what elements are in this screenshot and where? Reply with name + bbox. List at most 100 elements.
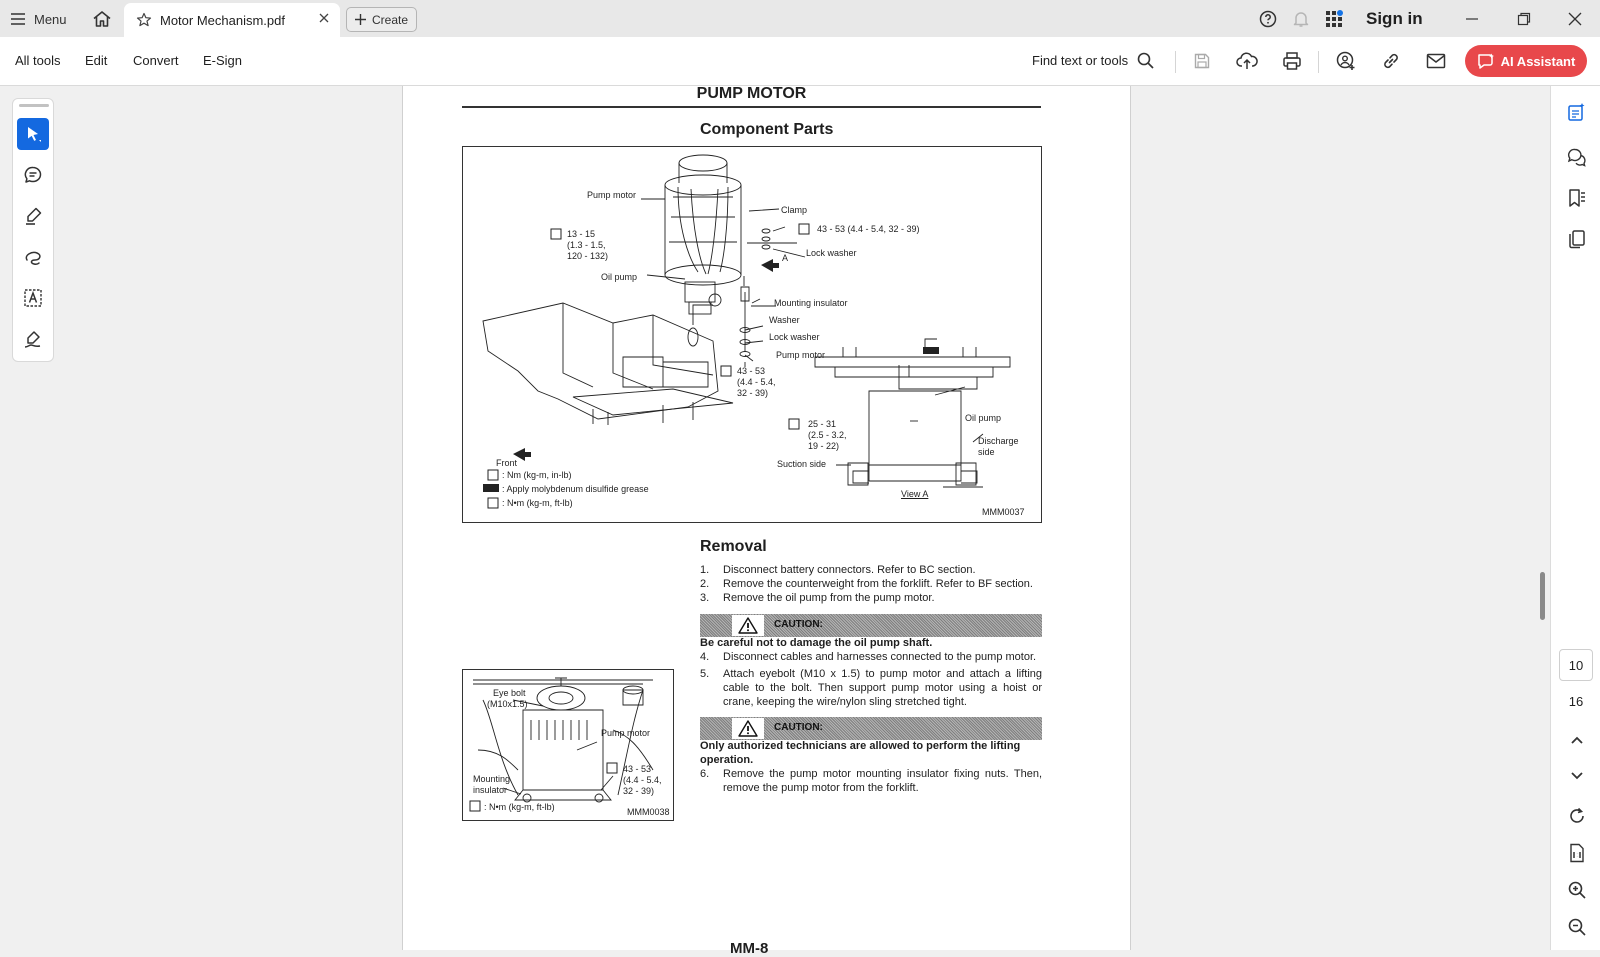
- share-person-icon[interactable]: [1335, 50, 1357, 72]
- title-bar: Menu Motor Mechanism.pdf Create Sign in: [0, 0, 1600, 37]
- step-number: 4.: [700, 651, 710, 663]
- actual-size-icon[interactable]: [1566, 842, 1588, 864]
- zoom-in-icon[interactable]: [1566, 879, 1588, 901]
- link-icon[interactable]: [1380, 50, 1402, 72]
- ai-assistant-icon: [1477, 53, 1494, 69]
- step-number: 6.: [700, 768, 710, 780]
- menu-edit[interactable]: Edit: [85, 53, 107, 68]
- menu-all-tools[interactable]: All tools: [15, 53, 61, 68]
- label-torque-left-3: 120 - 132): [567, 251, 609, 261]
- add-comment-tool-button[interactable]: [17, 159, 49, 191]
- menu-convert[interactable]: Convert: [133, 53, 179, 68]
- cursor-arrow-icon: [28, 127, 41, 142]
- highlight-tool-button[interactable]: [17, 200, 49, 232]
- scrollbar-thumb[interactable]: [1540, 572, 1545, 620]
- warning-triangle-icon: [732, 718, 764, 739]
- vertical-scrollbar[interactable]: [1538, 86, 1548, 950]
- component-parts-diagram: Pump motor Clamp 43 - 53 (4.4 - 5.4, 32 …: [462, 146, 1042, 523]
- panel-grip[interactable]: [19, 104, 49, 107]
- edit-document-icon[interactable]: [1566, 101, 1588, 123]
- caution-label: CAUTION:: [774, 722, 823, 733]
- warning-triangle-icon: [732, 615, 764, 636]
- next-page-chevron-down-icon[interactable]: [1566, 765, 1588, 787]
- removal-step: 2. Remove the counterweight from the fork…: [700, 577, 1042, 591]
- toolbar-divider: [1175, 51, 1176, 73]
- minimize-icon[interactable]: [1462, 9, 1482, 29]
- label-mounting-insulator: Mounting insulator: [774, 298, 848, 308]
- legend-grease: : Apply molybdenum disulfide grease: [502, 484, 649, 494]
- label-pump-motor: Pump motor: [587, 190, 637, 200]
- text-box-icon: [24, 289, 42, 307]
- label-discharge-1: Discharge: [978, 436, 1019, 446]
- star-icon[interactable]: [136, 12, 152, 28]
- restore-icon[interactable]: [1514, 9, 1534, 29]
- sign-in-link[interactable]: Sign in: [1366, 9, 1423, 29]
- label-washer: Washer: [769, 315, 800, 325]
- search-icon: [1137, 52, 1154, 69]
- draw-tool-button[interactable]: [17, 241, 49, 273]
- menu-button[interactable]: Menu: [10, 8, 67, 30]
- bookmarks-icon[interactable]: [1566, 187, 1588, 209]
- highlighter-icon: [26, 207, 42, 225]
- label-front: Front: [496, 458, 518, 468]
- previous-page-chevron-up-icon[interactable]: [1566, 729, 1588, 751]
- right-side-rail: 10 16: [1550, 86, 1600, 950]
- page-thumbnails-icon[interactable]: [1566, 228, 1588, 250]
- text-select-tool-button[interactable]: [17, 282, 49, 314]
- select-tool-button[interactable]: [17, 118, 49, 150]
- label-mounting-2: insulator: [473, 785, 508, 795]
- caution-text: Only authorized technicians are allowed …: [700, 740, 1021, 766]
- label-torque-b-1: 25 - 31: [808, 419, 837, 429]
- removal-step: 5. Attach eyebolt (M10 x 1.5) to pump mot…: [700, 667, 1042, 709]
- create-button[interactable]: Create: [346, 7, 417, 32]
- label-eye-bolt-1: Eye bolt: [493, 688, 526, 698]
- save-icon[interactable]: [1191, 50, 1213, 72]
- create-label: Create: [371, 12, 409, 27]
- email-icon[interactable]: [1425, 50, 1447, 72]
- step-number: 5.: [700, 668, 710, 680]
- tab-motor-mechanism[interactable]: Motor Mechanism.pdf: [124, 3, 340, 37]
- close-tab-icon[interactable]: [318, 12, 330, 24]
- hamburger-icon: [10, 12, 26, 26]
- zoom-out-icon[interactable]: [1566, 916, 1588, 938]
- label-lock-washer: Lock washer: [806, 248, 857, 258]
- pump-motor-exploded-drawing: [482, 154, 1011, 509]
- current-page-input[interactable]: 10: [1559, 649, 1593, 681]
- help-icon[interactable]: [1258, 9, 1278, 29]
- label-torque-mid-1: 43 - 53: [737, 366, 766, 376]
- notification-bell-icon[interactable]: [1291, 9, 1311, 29]
- cloud-upload-icon[interactable]: [1236, 50, 1258, 72]
- figure-id-2: MMM0038: [627, 807, 670, 817]
- legend-nm-in-lb: : Nm (kg-m, in-lb): [502, 470, 572, 480]
- label-lock-washer-2: Lock washer: [769, 332, 820, 342]
- rotate-icon[interactable]: [1566, 805, 1588, 827]
- comments-icon[interactable]: [1566, 146, 1588, 168]
- home-icon: [93, 11, 111, 27]
- step-text: Remove the pump motor mounting insulator…: [723, 768, 1042, 794]
- print-icon[interactable]: [1281, 50, 1303, 72]
- removal-step: 3. Remove the oil pump from the pump moto…: [700, 591, 1042, 605]
- legend-nm-ft-lb: : N•m (kg-m, ft-lb): [484, 802, 555, 812]
- label-torque-1: 43 - 53: [623, 764, 652, 774]
- ai-assistant-button[interactable]: AI Assistant: [1465, 45, 1587, 77]
- step-text: Remove the counterweight from the forkli…: [723, 578, 1033, 590]
- home-button[interactable]: [89, 6, 115, 32]
- total-pages: 16: [1568, 694, 1584, 709]
- caution-banner: CAUTION:: [700, 717, 1042, 740]
- label-torque-b-3: 19 - 22): [808, 441, 840, 451]
- apps-grid-icon[interactable]: [1324, 9, 1344, 29]
- page-title: PUMP MOTOR: [696, 85, 807, 102]
- label-torque-top: 43 - 53 (4.4 - 5.4, 32 - 39): [817, 224, 920, 234]
- sign-tool-button[interactable]: [17, 323, 49, 355]
- label-arrow-a: A: [782, 253, 789, 263]
- label-torque-b-2: (2.5 - 3.2,: [808, 430, 847, 440]
- find-text-button[interactable]: Find text or tools: [1032, 52, 1154, 69]
- section-title-removal: Removal: [700, 538, 767, 555]
- comment-icon: [24, 166, 42, 183]
- step-text: Disconnect cables and harnesses connecte…: [723, 651, 1037, 663]
- close-window-icon[interactable]: [1565, 9, 1585, 29]
- menu-e-sign[interactable]: E-Sign: [203, 53, 242, 68]
- label-torque-mid-2: (4.4 - 5.4,: [737, 377, 776, 387]
- caution-text: Be careful not to damage the oil pump sh…: [700, 637, 933, 649]
- label-suction-side: Suction side: [777, 459, 827, 469]
